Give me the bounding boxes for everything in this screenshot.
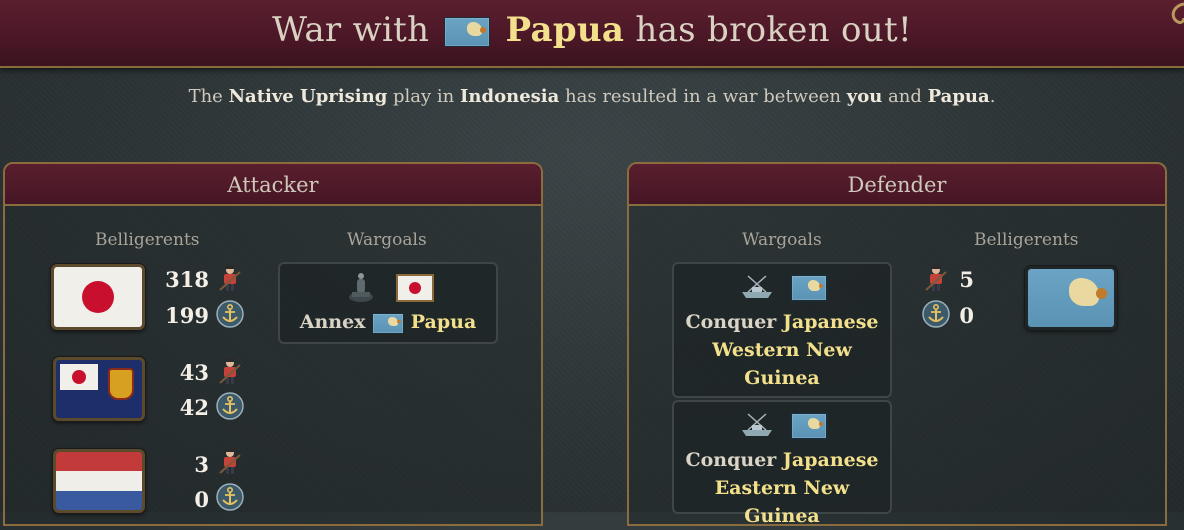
title-bar: War with Papua has broken out! bbox=[0, 0, 1184, 68]
attacker-wargoals-label: Wargoals bbox=[347, 230, 427, 250]
army-count: 5 bbox=[959, 267, 974, 292]
anchor-icon bbox=[216, 483, 244, 511]
page-title: War with Papua has broken out! bbox=[0, 10, 1184, 50]
desc-text: has resulted in a war between bbox=[565, 86, 841, 107]
title-country: Papua bbox=[505, 10, 625, 50]
army-count: 318 bbox=[165, 267, 209, 292]
desc-you: you bbox=[846, 86, 883, 107]
navy-count: 42 bbox=[179, 395, 209, 420]
defender-panel: Defender Wargoals Belligerents Conquer J… bbox=[627, 162, 1167, 527]
wargoal-conquer-eastern-new-guinea[interactable]: Conquer Japanese Eastern New Guinea bbox=[672, 400, 892, 527]
desc-text: The bbox=[188, 86, 223, 107]
anchor-icon bbox=[216, 300, 244, 328]
papua-flag-icon bbox=[790, 274, 828, 302]
soldier-icon bbox=[219, 358, 241, 384]
coat-of-arms-icon bbox=[108, 368, 134, 400]
defender-header: Defender bbox=[629, 164, 1165, 206]
wargoal-label: Annex Papua bbox=[280, 308, 496, 336]
papua-flag-icon bbox=[444, 17, 491, 47]
belligerent-flag-japan-protectorate[interactable] bbox=[53, 357, 145, 421]
desc-text: play in bbox=[393, 86, 455, 107]
japan-flag-icon bbox=[82, 281, 114, 313]
navy-count: 0 bbox=[959, 303, 974, 328]
desc-enemy: Papua bbox=[927, 86, 990, 107]
desc-play: Native Uprising bbox=[228, 86, 388, 107]
cannon-icon bbox=[349, 273, 373, 302]
army-count: 3 bbox=[194, 452, 209, 477]
desc-text: . bbox=[989, 86, 996, 107]
wargoal-label: Conquer Japanese Eastern New Guinea bbox=[674, 446, 890, 530]
attacker-belligerents-label: Belligerents bbox=[95, 230, 200, 250]
title-prefix: War with bbox=[272, 10, 430, 50]
war-description: The Native Uprising play in Indonesia ha… bbox=[0, 86, 1184, 107]
warship-icon bbox=[742, 275, 772, 298]
belligerent-flag-papua[interactable] bbox=[1025, 266, 1117, 330]
warship-icon bbox=[742, 413, 772, 436]
title-suffix: has broken out! bbox=[635, 10, 912, 50]
navy-count: 199 bbox=[165, 303, 209, 328]
desc-region: Indonesia bbox=[460, 86, 560, 107]
ornament-icon bbox=[1171, 2, 1184, 24]
belligerent-flag-dutch[interactable] bbox=[53, 449, 145, 513]
wargoal-target: Japanese bbox=[782, 311, 879, 333]
anchor-icon bbox=[216, 392, 244, 420]
wargoal-action: Conquer bbox=[685, 449, 777, 471]
wargoal-target: Japanese bbox=[782, 449, 879, 471]
defender-belligerents-label: Belligerents bbox=[974, 230, 1079, 250]
papua-flag-icon bbox=[372, 312, 405, 334]
wargoal-target: Western New bbox=[712, 339, 852, 361]
canton bbox=[60, 364, 98, 390]
wargoal-target: Guinea bbox=[744, 367, 820, 389]
attacker-panel: Attacker Belligerents Wargoals 318 199 4… bbox=[3, 162, 543, 526]
wargoal-conquer-western-new-guinea[interactable]: Conquer Japanese Western New Guinea bbox=[672, 262, 892, 398]
wargoal-label: Conquer Japanese Western New Guinea bbox=[674, 308, 890, 392]
army-count: 43 bbox=[179, 360, 209, 385]
soldier-icon bbox=[219, 265, 241, 291]
wargoal-target: Eastern New Guinea bbox=[714, 477, 850, 527]
defender-wargoals-label: Wargoals bbox=[742, 230, 822, 250]
papua-flag-icon bbox=[790, 412, 828, 440]
japan-flag-icon bbox=[396, 274, 434, 302]
wargoal-action: Annex bbox=[299, 311, 366, 333]
desc-text: and bbox=[888, 86, 922, 107]
attacker-header: Attacker bbox=[5, 164, 541, 206]
wargoal-annex-papua[interactable]: Annex Papua bbox=[278, 262, 498, 344]
wargoal-action: Conquer bbox=[685, 311, 777, 333]
belligerent-flag-japan[interactable] bbox=[51, 264, 145, 330]
soldier-icon bbox=[219, 448, 241, 474]
wargoal-target: Papua bbox=[410, 311, 477, 333]
navy-count: 0 bbox=[194, 487, 209, 512]
